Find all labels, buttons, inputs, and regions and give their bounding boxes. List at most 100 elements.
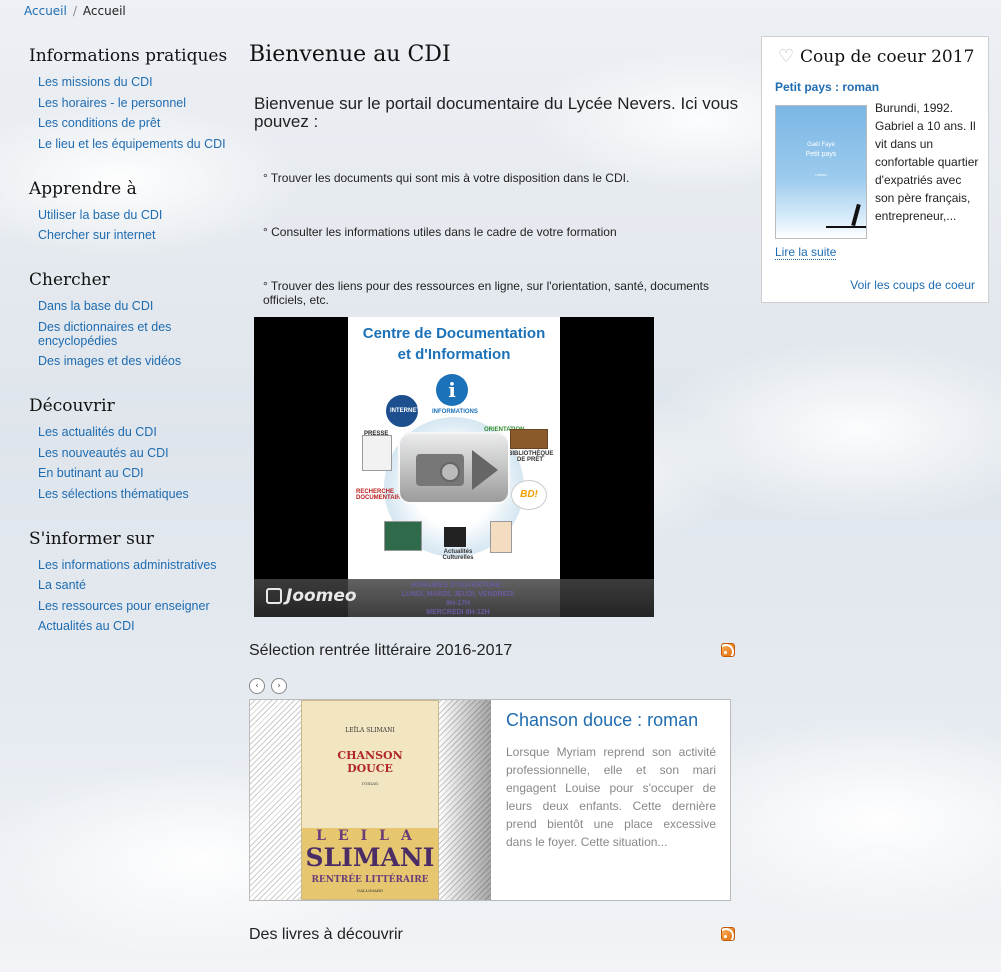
- widget-cover-author: Gaël Faye: [807, 142, 835, 148]
- sidebar-item-ressources-enseigner[interactable]: Les ressources pour enseigner: [38, 599, 234, 613]
- selection-header: Sélection rentrée littéraire 2016-2017: [249, 642, 739, 662]
- bullet-liens: ° Trouver des liens pour des ressources …: [263, 279, 709, 307]
- sidebar-item-lieu-equipements[interactable]: Le lieu et les équipements du CDI: [38, 137, 234, 151]
- poster-title-line2: et d'Information: [397, 346, 511, 363]
- breadcrumb: Accueil / Accueil: [24, 4, 126, 18]
- joomeo-logo: Joomeo: [266, 586, 357, 606]
- sidebar-item-missions[interactable]: Les missions du CDI: [38, 75, 234, 89]
- cover-title-line1: CHANSON: [337, 749, 403, 762]
- play-button[interactable]: [398, 432, 510, 504]
- sidebar-section-title: Informations pratiques: [29, 46, 228, 66]
- sidebar-section-informations: Informations pratiques Les missions du C…: [29, 46, 234, 151]
- carousel-shade: [438, 700, 491, 900]
- rss-icon[interactable]: [721, 643, 735, 657]
- documentation-book-icon: [384, 521, 422, 551]
- sidebar-section-title: Chercher: [29, 270, 110, 290]
- sidebar: Informations pratiques Les missions du C…: [29, 46, 234, 661]
- breadcrumb-separator: /: [72, 4, 77, 18]
- sidebar-item-base-cdi[interactable]: Dans la base du CDI: [38, 299, 234, 313]
- book-cover[interactable]: LEÏLA SLIMANI CHANSON DOUCE roman LEILA …: [301, 700, 439, 900]
- sidebar-section-title: Apprendre à: [29, 178, 137, 199]
- discover-header: Des livres à découvrir: [249, 926, 739, 946]
- book-summary: Lorsque Myriam reprend son activité prof…: [506, 745, 716, 849]
- poster-title-line1: Centre de Documentation: [362, 325, 546, 342]
- sidebar-item-actualites[interactable]: Les actualités du CDI: [38, 425, 234, 439]
- band-last-name: SLIMANI: [305, 843, 435, 872]
- book-icon: [490, 521, 512, 553]
- joomeo-text: Joomeo: [286, 586, 357, 606]
- cover-band: LEILA SLIMANI RENTRÉE LITTÉRAIRE GALLIMA…: [302, 828, 438, 899]
- sidebar-list: Les actualités du CDI Les nouveautés au …: [29, 425, 234, 501]
- bullet-informations: ° Consulter les informations utiles dans…: [263, 225, 617, 239]
- band-publisher: GALLIMARD: [356, 888, 384, 893]
- label-presse: PRESSE: [364, 431, 389, 437]
- widget-title: Coup de coeur 2017: [800, 47, 975, 67]
- sidebar-section-sinformer: S'informer sur Les informations administ…: [29, 529, 234, 634]
- see-all-link[interactable]: Voir les coups de coeur: [850, 278, 975, 292]
- book-title-link[interactable]: Chanson douce : roman: [506, 710, 716, 731]
- carousel-next-button[interactable]: ›: [271, 678, 287, 694]
- sidebar-item-selections[interactable]: Les sélections thématiques: [38, 487, 234, 501]
- label-recherche: RECHERCHE DOCUMENTAIRE: [356, 489, 405, 501]
- sidebar-item-images-videos[interactable]: Des images et des vidéos: [38, 354, 234, 368]
- band-rentree: RENTRÉE LITTÉRAIRE: [311, 875, 429, 885]
- sidebar-item-administratives[interactable]: Les informations administratives: [38, 558, 234, 572]
- video-poster: Centre de Documentation et d'Information…: [348, 317, 560, 617]
- poster-title: Centre de Documentation et d'Information: [348, 323, 560, 365]
- widget-book-cover[interactable]: Gaël Faye Petit pays roman: [775, 105, 867, 239]
- selection-title: Sélection rentrée littéraire 2016-2017: [249, 642, 513, 659]
- main-content: Bienvenue au CDI Bienvenue sur le portai…: [249, 42, 739, 946]
- widget-cover-title: Petit pays: [805, 151, 837, 158]
- opening-hours: HORAIRES D'OUVERTURE : LUNDI, MARDI, JEU…: [396, 581, 520, 617]
- carousel-nav: ‹ ›: [249, 678, 739, 694]
- sidebar-section-title: Découvrir: [29, 396, 115, 416]
- coup-de-coeur-widget: ♡ Coup de coeur 2017 Petit pays : roman …: [761, 36, 989, 303]
- widget-cover-subtitle: roman: [815, 172, 827, 177]
- sidebar-item-chercher-internet[interactable]: Chercher sur internet: [38, 228, 234, 242]
- breadcrumb-home-link[interactable]: Accueil: [24, 4, 67, 18]
- label-actualites: Actualités Culturelles: [442, 549, 474, 561]
- breadcrumb-current: Accueil: [82, 4, 126, 18]
- label-bd: BD!: [511, 480, 547, 510]
- sidebar-section-chercher: Chercher Dans la base du CDI Des diction…: [29, 270, 234, 368]
- cover-subtitle: roman: [361, 781, 379, 787]
- play-icon: [472, 450, 498, 490]
- label-internet: INTERNET: [390, 408, 420, 414]
- sidebar-item-dictionnaires[interactable]: Des dictionnaires et des encyclopédies: [38, 320, 234, 348]
- bullet-documents: ° Trouver les documents qui sont mis à v…: [263, 171, 630, 185]
- sidebar-list: Utiliser la base du CDI Chercher sur int…: [29, 208, 234, 243]
- book-details: Chanson douce : roman Lorsque Myriam rep…: [506, 710, 716, 851]
- sidebar-item-conditions-pret[interactable]: Les conditions de prêt: [38, 116, 234, 130]
- cover-ground-line: [826, 226, 866, 228]
- rss-icon[interactable]: [721, 927, 735, 941]
- sidebar-item-horaires[interactable]: Les horaires - le personnel: [38, 96, 234, 110]
- book-carousel: LEÏLA SLIMANI CHANSON DOUCE roman LEILA …: [249, 699, 731, 901]
- read-more-link[interactable]: Lire la suite: [775, 245, 837, 260]
- sidebar-item-butinant[interactable]: En butinant au CDI: [38, 466, 234, 480]
- cover-title: CHANSON DOUCE: [302, 749, 438, 775]
- label-informations: INFORMATIONS: [432, 409, 478, 415]
- video-player[interactable]: Centre de Documentation et d'Information…: [254, 317, 654, 617]
- carousel-prev-button[interactable]: ‹: [249, 678, 265, 694]
- hours-line2: MERCREDI 8H-12H: [426, 609, 490, 616]
- sidebar-item-nouveautes[interactable]: Les nouveautés au CDI: [38, 446, 234, 460]
- clapperboard-icon: [444, 527, 466, 547]
- widget-book-title-link[interactable]: Petit pays : roman: [775, 80, 879, 94]
- sidebar-item-utiliser-base[interactable]: Utiliser la base du CDI: [38, 208, 234, 222]
- band-first-name: LEILA: [316, 828, 424, 844]
- bookshelf-icon: [510, 429, 548, 449]
- widget-header: ♡ Coup de coeur 2017: [778, 47, 974, 67]
- sidebar-item-sante[interactable]: La santé: [38, 578, 234, 592]
- cover-figure: [851, 203, 861, 227]
- joomeo-icon: [266, 588, 282, 604]
- page-title: Bienvenue au CDI: [249, 42, 451, 67]
- sidebar-section-apprendre: Apprendre à Utiliser la base du CDI Cher…: [29, 179, 234, 243]
- sidebar-section-title: S'informer sur: [29, 528, 154, 549]
- sidebar-item-actualites-cdi[interactable]: Actualités au CDI: [38, 619, 234, 633]
- discover-title: Des livres à découvrir: [249, 926, 403, 943]
- label-bibliotheque: BIBLIOTHÈQUE DE PRÊT: [508, 451, 554, 463]
- video-control-bar: Joomeo HORAIRES D'OUVERTURE : LUNDI, MAR…: [254, 579, 654, 617]
- intro-text: Bienvenue sur le portail documentaire du…: [254, 94, 739, 131]
- heart-icon: ♡: [778, 46, 795, 67]
- sidebar-list: Les missions du CDI Les horaires - le pe…: [29, 75, 234, 151]
